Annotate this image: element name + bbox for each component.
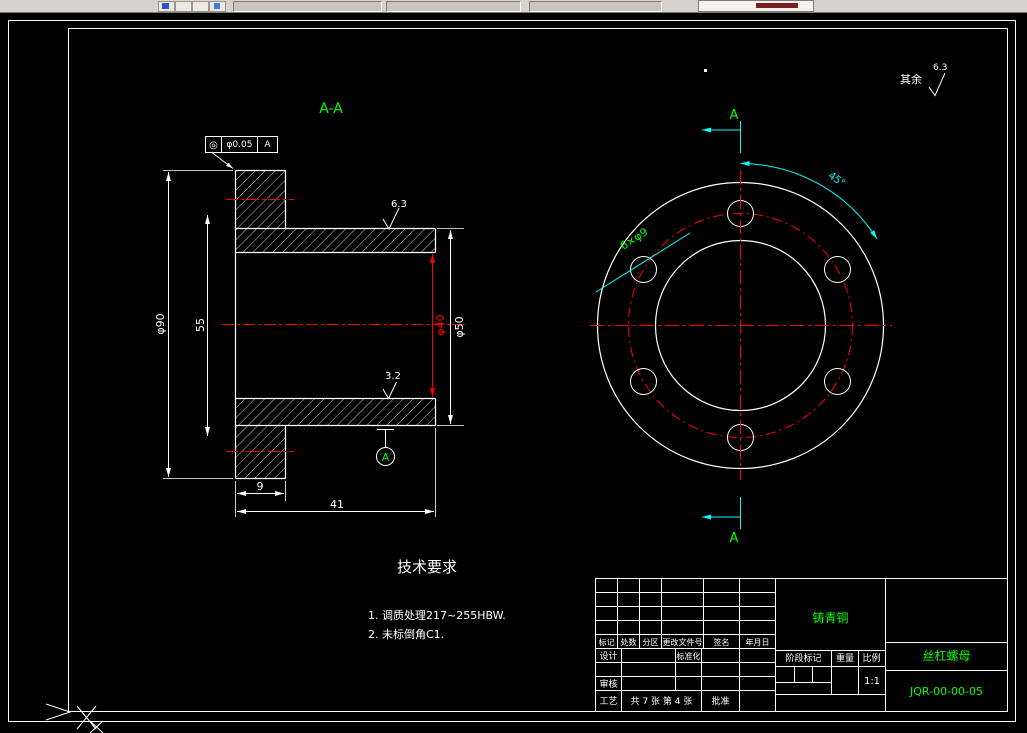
roughness-top: 6.3 [382,199,407,231]
roughness-value: 6.3 [391,199,407,210]
section-letter: A [730,531,739,546]
label-count: 处数 [621,637,637,647]
ucs-origin-icon [45,703,104,733]
part-name: 丝杠螺母 [922,648,970,663]
toolbar-dropdown-1[interactable] [233,1,382,12]
scale-value: 1:1 [864,676,880,687]
dim-text: 41 [330,498,344,511]
roughness-value: 3.2 [385,371,401,382]
toolbar-button-3[interactable] [192,1,209,12]
inner-border [68,28,1008,712]
crosshair-dot [704,69,707,72]
cad-application-window: A-A ◎ φ0.05 A φ90 55 φ50 φ40 9 41 6.3 3.… [0,0,1027,733]
tolerance-leader [211,152,234,169]
dim-text: 55 [194,318,207,332]
toolbar-icon [214,3,220,9]
dim-text: φ50 [453,316,466,337]
label-mark: 标记 [599,637,615,647]
dim-text: φ90 [154,313,167,334]
toolbar [0,0,1027,13]
general-roughness-value: 6.3 [933,63,947,73]
section-mark-top: A [702,108,741,153]
label-zone: 分区 [643,638,659,647]
layer-combo[interactable] [698,0,814,12]
toolbar-dropdown-3[interactable] [529,1,662,12]
drawing-number: JQR-00-00-05 [909,685,983,698]
bolt-hole [824,368,851,395]
tech-requirement-item: 1. 调质处理217~255HBW. [368,609,506,622]
tolerance-frame: ◎ φ0.05 A [205,136,278,169]
dim-overall-length: 41 [237,498,434,514]
tech-requirement-item: 2. 未标倒角C1. [368,627,444,641]
dim-bore-diameter: φ40 [430,254,447,397]
section-letter: A [730,108,739,123]
label-check: 审核 [599,678,617,690]
label-weight: 重量 [836,652,854,664]
tech-requirements: 技术要求 1. 调质处理217~255HBW. 2. 未标倒角C1. [368,558,506,641]
tolerance-datum-ref: A [264,140,271,150]
layer-color-swatch [756,3,798,8]
general-roughness-prefix: 其余 [900,72,922,86]
label-signature: 签名 [714,637,730,647]
drawing-canvas[interactable]: A-A ◎ φ0.05 A φ90 55 φ50 φ40 9 41 6.3 3.… [0,0,1027,733]
material: 铸青铜 [812,610,848,625]
drawing-frame [8,20,1016,722]
roughness-bore: 3.2 [382,371,401,400]
toolbar-dropdown-2[interactable] [386,1,521,12]
label-design: 设计 [599,650,617,662]
datum-letter: A [382,451,390,464]
angle-dimension: 45° [740,161,878,240]
section-mark-bottom: A [702,497,741,546]
label-standardization: 标准化 [677,651,701,661]
toolbar-button-1[interactable] [158,1,175,12]
toolbar-button-4[interactable] [209,1,226,12]
sheet-info: 共 7 张 第 4 张 [631,695,693,707]
toolbar-icon [162,3,169,9]
centerline-cross [590,170,892,480]
tolerance-symbol: ◎ [209,140,218,151]
dim-length-55: 55 [194,215,210,436]
section-view-title: A-A [319,101,343,117]
bolt-hole [630,256,657,283]
dim-text: φ40 [434,314,447,335]
tolerance-value: φ0.05 [227,140,253,150]
label-scale: 比例 [862,652,880,664]
outer-border [8,20,1016,722]
angle-text: 45° [826,170,847,189]
label-approve: 批准 [711,695,729,707]
label-date: 年月日 [746,637,770,647]
title-block: 标记 处数 分区 更改文件号 签名 年月日 设计 标准化 审核 工艺 批准 共 … [595,578,1008,712]
general-roughness: 其余 6.3 [900,63,947,97]
datum-symbol: A [376,429,395,466]
label-process: 工艺 [599,696,617,707]
label-change-doc: 更改文件号 [663,637,703,647]
section-view: A-A ◎ φ0.05 A φ90 55 φ50 φ40 9 41 6.3 3.… [154,101,466,517]
front-view: 6×φ9 45° A A [590,108,892,546]
dim-text: 9 [257,480,264,493]
toolbar-button-2[interactable] [175,1,192,12]
bolt-hole [630,368,657,395]
label-stage-mark: 阶段标记 [785,652,821,664]
tech-requirements-title: 技术要求 [397,558,457,576]
